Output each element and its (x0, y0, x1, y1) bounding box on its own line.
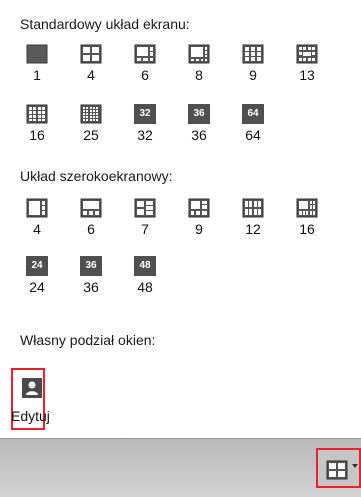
wide-layout-16-icon (296, 198, 318, 218)
layout-option-label: 13 (299, 67, 315, 83)
layout-option-6[interactable]: 6 (124, 44, 166, 83)
layout-option-label: 64 (245, 127, 261, 143)
wide-layout-option-7[interactable]: 7 (124, 198, 166, 237)
chevron-down-icon (352, 464, 358, 468)
layout-8-icon (188, 44, 210, 64)
wide-layout-option-12[interactable]: 12 (232, 198, 274, 237)
layout-13-icon (296, 44, 318, 64)
layout-option-1[interactable]: 1 (16, 44, 58, 83)
layout-32-icon: 32 (134, 104, 156, 124)
layout-option-label: 9 (195, 221, 203, 237)
layout-badge: 32 (134, 104, 156, 124)
layout-4-icon (80, 44, 102, 64)
layout-64-icon: 64 (242, 104, 264, 124)
layout-option-label: 48 (137, 279, 153, 295)
wide-layout-title: Układ szerokoekranowy: (20, 168, 173, 184)
layout-option-9[interactable]: 9 (232, 44, 274, 83)
layout-option-label: 25 (83, 127, 99, 143)
wide-layout-option-36[interactable]: 36 36 (70, 256, 112, 295)
layout-16-icon (26, 104, 48, 124)
layout-badge: 48 (134, 256, 156, 276)
layout-option-32[interactable]: 32 32 (124, 104, 166, 143)
layout-option-label: 1 (33, 67, 41, 83)
layout-option-8[interactable]: 8 (178, 44, 220, 83)
wide-layout-option-48[interactable]: 48 48 (124, 256, 166, 295)
wide-layout-7-icon (134, 198, 156, 218)
layout-option-label: 8 (195, 67, 203, 83)
edit-label: Edytuj (11, 408, 50, 424)
layout-option-label: 24 (29, 279, 45, 295)
layout-option-label: 7 (141, 221, 149, 237)
wide-layout-6-icon (80, 198, 102, 218)
layout-option-13[interactable]: 13 (286, 44, 328, 83)
wide-layout-12-icon (242, 198, 264, 218)
wide-layout-option-16[interactable]: 16 (286, 198, 328, 237)
layout-menu-button[interactable] (316, 448, 361, 488)
layout-9-icon (242, 44, 264, 64)
layout-badge: 36 (188, 104, 210, 124)
edit-custom-layout-button[interactable]: Edytuj (11, 368, 50, 430)
layout-option-25[interactable]: 25 (70, 104, 112, 143)
layout-36-icon: 36 (188, 104, 210, 124)
layout-option-label: 9 (249, 67, 257, 83)
wide-layout-option-9[interactable]: 9 (178, 198, 220, 237)
layout-25-icon (80, 104, 102, 124)
wide-layout-24-icon: 24 (26, 256, 48, 276)
wide-layout-option-4[interactable]: 4 (16, 198, 58, 237)
layout-option-label: 6 (87, 221, 95, 237)
layout-badge: 64 (242, 104, 264, 124)
layout-option-label: 4 (87, 67, 95, 83)
wide-layout-option-6[interactable]: 6 (70, 198, 112, 237)
layout-option-label: 12 (245, 221, 261, 237)
layout-option-label: 4 (33, 221, 41, 237)
layout-option-label: 32 (137, 127, 153, 143)
wide-layout-9-icon (188, 198, 210, 218)
layout-option-label: 16 (29, 127, 45, 143)
layout-option-36[interactable]: 36 36 (178, 104, 220, 143)
user-icon (22, 378, 42, 398)
layout-6-icon (134, 44, 156, 64)
layout-option-64[interactable]: 64 64 (232, 104, 274, 143)
layout-option-label: 6 (141, 67, 149, 83)
custom-layout-title: Własny podział okien: (20, 332, 156, 348)
grid-layout-icon (326, 460, 348, 483)
layout-badge: 36 (80, 256, 102, 276)
layout-option-label: 36 (83, 279, 99, 295)
layout-option-4[interactable]: 4 (70, 44, 112, 83)
layout-option-label: 36 (191, 127, 207, 143)
wide-layout-4-icon (26, 198, 48, 218)
standard-layout-title: Standardowy układ ekranu: (20, 16, 190, 32)
layout-option-16[interactable]: 16 (16, 104, 58, 143)
layout-1-icon (26, 44, 48, 64)
bottom-toolbar (0, 438, 361, 497)
wide-layout-48-icon: 48 (134, 256, 156, 276)
wide-layout-36-icon: 36 (80, 256, 102, 276)
layout-popup-panel: Standardowy układ ekranu: 1 4 6 8 9 13 1… (0, 0, 361, 438)
wide-layout-option-24[interactable]: 24 24 (16, 256, 58, 295)
layout-option-label: 16 (299, 221, 315, 237)
layout-badge: 24 (26, 256, 48, 276)
